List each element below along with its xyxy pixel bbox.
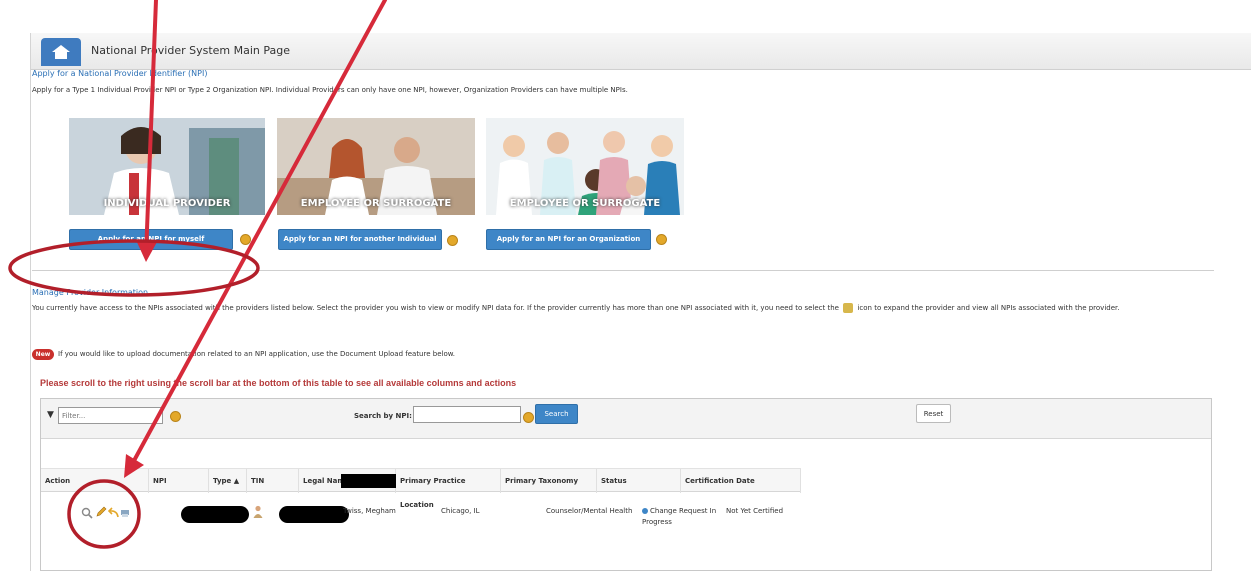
header-bar: National Provider System Main Page (31, 33, 1251, 70)
reset-button[interactable]: Reset (916, 404, 951, 423)
column-header-status[interactable]: Status (597, 469, 681, 493)
redaction-bar (341, 474, 396, 488)
manage-description: You currently have access to the NPIs as… (32, 301, 1217, 315)
column-header-type[interactable]: Type ▲ (209, 469, 247, 493)
individual-provider-image: INDIVIDUAL PROVIDER (69, 118, 265, 215)
employee-surrogate-image: EMPLOYEE OR SURROGATE (277, 118, 475, 215)
home-icon[interactable] (41, 38, 81, 66)
filter-icon: ▼ (47, 410, 54, 420)
organization-team-image: EMPLOYEE OR SURROGATE (486, 118, 684, 215)
column-header-taxonomy[interactable]: Primary Taxonomy (501, 469, 597, 493)
status-text-line2: Progress (642, 518, 672, 526)
expand-provider-icon (843, 303, 854, 313)
column-header-practice-location[interactable]: Primary Practice Location (396, 469, 501, 509)
status-text-line1: Change Request In (650, 507, 717, 515)
card-caption-surrogate-organization: EMPLOYEE OR SURROGATE (509, 198, 661, 209)
practice-location-cell: Chicago, IL (441, 507, 480, 515)
apply-heading: Apply for a National Provider Identifier… (32, 69, 208, 78)
individual-person-icon (253, 505, 263, 520)
edit-pencil-icon[interactable] (95, 506, 107, 520)
legal-name-cell[interactable]: Twiss, Megham (339, 506, 396, 517)
undo-arrow-icon[interactable] (107, 506, 120, 520)
divider (32, 270, 1214, 271)
info-icon[interactable] (170, 411, 181, 422)
table-toolbar: ▼ Search by NPI: Search Reset (41, 399, 1211, 439)
apply-npi-another-individual-button[interactable]: Apply for an NPI for another Individual (278, 229, 442, 250)
apply-description: Apply for a Type 1 Individual Provider N… (32, 86, 628, 94)
filter-input[interactable] (58, 407, 163, 424)
status-cell: Change Request In Progress (638, 506, 716, 528)
upload-text: If you would like to upload documentatio… (58, 350, 456, 358)
taxonomy-cell: Counselor/Mental Health (546, 507, 633, 515)
apply-npi-myself-button[interactable]: Apply for an NPI for myself (69, 229, 233, 250)
provider-table: ▼ Search by NPI: Search Reset Action NPI… (40, 398, 1212, 571)
table-row[interactable]: Twiss, Megham Chicago, IL Counselor/Ment… (41, 502, 801, 532)
column-header-action[interactable]: Action (41, 469, 149, 493)
column-header-certification-date[interactable]: Certification Date (681, 469, 801, 493)
redaction-bar (181, 506, 249, 523)
info-icon[interactable] (447, 235, 458, 246)
manage-description-part1: You currently have access to the NPIs as… (32, 304, 839, 312)
new-badge: New (32, 349, 54, 360)
card-caption-surrogate-individual: EMPLOYEE OR SURROGATE (300, 198, 452, 209)
card-caption-individual: INDIVIDUAL PROVIDER (103, 198, 231, 209)
search-npi-input[interactable] (413, 406, 521, 423)
status-indicator-icon (642, 508, 648, 514)
scroll-notice: Please scroll to the right using the scr… (40, 378, 517, 388)
view-magnifier-icon[interactable] (81, 507, 93, 521)
info-icon[interactable] (656, 234, 667, 245)
page-title: National Provider System Main Page (91, 44, 291, 57)
search-npi-label: Search by NPI: (354, 412, 412, 420)
column-header-npi[interactable]: NPI (149, 469, 209, 493)
info-icon[interactable] (240, 234, 251, 245)
print-icon[interactable] (120, 507, 130, 520)
manage-heading: Manage Provider Information (32, 288, 149, 297)
manage-description-part2: icon to expand the provider and view all… (857, 304, 1120, 312)
table-header-row: Action NPI Type ▲ TIN Legal Name Primary… (41, 468, 801, 509)
info-icon[interactable] (523, 412, 534, 423)
certification-date-cell: Not Yet Certified (726, 507, 784, 515)
column-header-tin[interactable]: TIN (247, 469, 299, 493)
apply-npi-organization-button[interactable]: Apply for an NPI for an Organization (486, 229, 651, 250)
search-button[interactable]: Search (535, 404, 578, 424)
